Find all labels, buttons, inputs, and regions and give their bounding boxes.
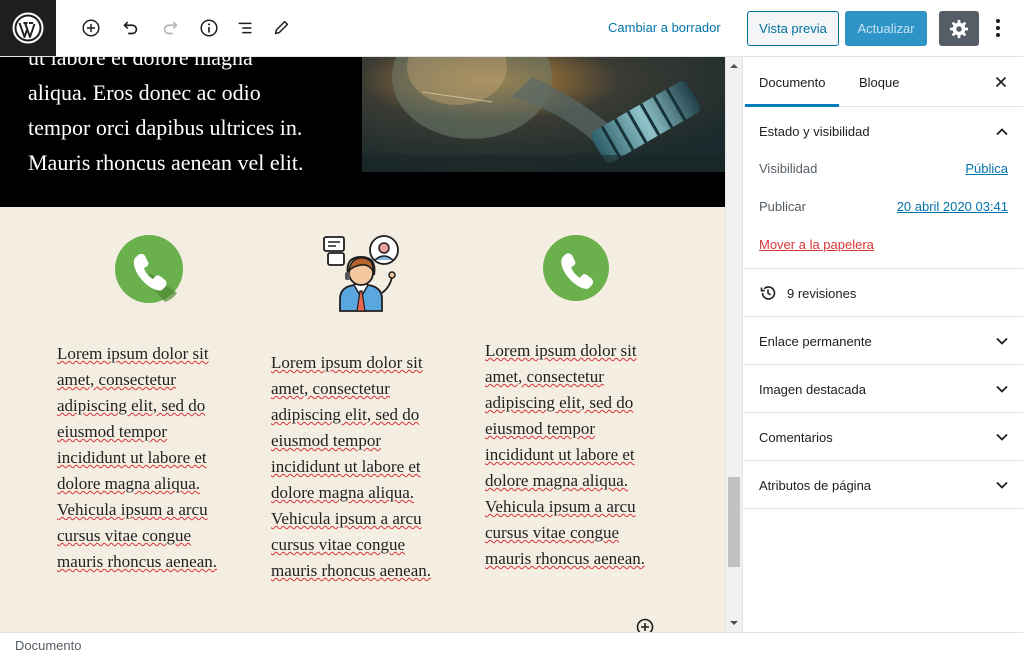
content-info-button[interactable] <box>195 14 223 42</box>
text-line: adipiscing elit, sed do <box>57 396 206 415</box>
visibility-label: Visibilidad <box>759 161 818 176</box>
panel-title[interactable]: Imagen destacada <box>759 382 866 397</box>
text-line: amet, consectetur <box>271 379 390 398</box>
text-line: cursus vitae congue <box>485 523 620 542</box>
undo-icon <box>123 21 138 35</box>
text-line: dolore magna aliqua. <box>57 474 201 493</box>
text-line: adipiscing elit, sed do <box>485 393 634 412</box>
text-line: incididunt ut labore et <box>57 448 207 467</box>
text-line: amet, consectetur <box>57 370 176 389</box>
text-line: Lorem ipsum dolor sit <box>485 341 637 360</box>
redo-button[interactable] <box>157 14 185 42</box>
hero-line: aliqua. Eros donec ac odio <box>28 80 261 105</box>
text-line: mauris rhoncus aenean. <box>57 552 218 571</box>
phone-icon[interactable] <box>115 235 183 303</box>
text-line: adipiscing elit, sed do <box>271 405 420 424</box>
close-icon[interactable] <box>992 73 1010 91</box>
column-paragraph[interactable]: Lorem ipsum dolor sit amet, consectetur … <box>485 338 665 572</box>
tools-button[interactable] <box>267 14 295 42</box>
plus-circle-icon <box>636 618 654 632</box>
chevron-down-icon[interactable] <box>994 333 1010 349</box>
hero-line: ut labore et dolore magna <box>28 57 253 70</box>
panel-title[interactable]: Enlace permanente <box>759 334 872 349</box>
preview-button[interactable]: Vista previa <box>747 11 839 46</box>
lightbulb-image[interactable] <box>362 57 725 172</box>
block-navigation-button[interactable] <box>231 14 259 42</box>
column-paragraph[interactable]: Lorem ipsum dolor sit amet, consectetur … <box>271 350 451 584</box>
text-line: Lorem ipsum dolor sit <box>271 353 423 372</box>
sidebar-tabs: Documento Bloque <box>743 57 1023 107</box>
text-line: dolore magna aliqua. <box>485 471 629 490</box>
text-line: incididunt ut labore et <box>271 457 421 476</box>
chevron-up-icon[interactable] <box>994 124 1010 140</box>
inline-add-block-button[interactable] <box>636 618 654 632</box>
text-line: incididunt ut labore et <box>485 445 635 464</box>
hero-block[interactable]: ut labore et dolore magna aliqua. Eros d… <box>0 57 725 207</box>
editor-canvas[interactable]: ut labore et dolore magna aliqua. Eros d… <box>0 57 725 632</box>
text-line: dolore magna aliqua. <box>271 483 415 502</box>
pencil-icon <box>274 20 289 35</box>
switch-to-draft-button[interactable]: Cambiar a borrador <box>608 20 721 35</box>
hero-paragraph[interactable]: ut labore et dolore magna aliqua. Eros d… <box>28 57 348 180</box>
scroll-up-icon[interactable] <box>730 62 738 70</box>
text-line: cursus vitae congue <box>271 535 406 554</box>
status-visibility-toggle[interactable]: Estado y visibilidad <box>759 124 870 139</box>
breadcrumb-document[interactable]: Documento <box>15 638 81 653</box>
gear-icon <box>949 19 969 38</box>
plus-circle-icon <box>82 19 100 37</box>
hero-line: tempor orci dapibus ultrices in. <box>28 115 303 140</box>
text-line: cursus vitae congue <box>57 526 192 545</box>
redo-icon <box>163 21 178 35</box>
publish-date-link[interactable]: 20 abril 2020 03:41 <box>897 199 1008 214</box>
wordpress-logo-button[interactable] <box>0 0 56 56</box>
text-line: Vehicula ipsum a arcu <box>485 497 636 516</box>
text-line: eiusmod tempor <box>485 419 596 438</box>
block-breadcrumb-bar: Documento <box>0 632 1023 657</box>
panel-title[interactable]: Comentarios <box>759 430 833 445</box>
panel-title[interactable]: Atributos de página <box>759 478 871 493</box>
chevron-down-icon[interactable] <box>994 477 1010 493</box>
comments-panel[interactable]: Comentarios <box>743 413 1023 461</box>
text-line: eiusmod tempor <box>57 422 168 441</box>
chevron-down-icon[interactable] <box>994 429 1010 445</box>
more-vertical-icon <box>996 19 1000 37</box>
page-attributes-panel[interactable]: Atributos de página <box>743 461 1023 509</box>
permalink-panel[interactable]: Enlace permanente <box>743 317 1023 365</box>
editor-header: Cambiar a borrador Vista previa Actualiz… <box>0 0 1023 57</box>
more-options-button[interactable] <box>988 14 1008 42</box>
phone-icon[interactable] <box>543 235 609 301</box>
text-line: Lorem ipsum dolor sit <box>57 344 209 363</box>
settings-sidebar: Documento Bloque Estado y visibilidad Vi… <box>742 57 1023 632</box>
undo-button[interactable] <box>116 14 144 42</box>
editor-scrollbar[interactable] <box>725 57 742 632</box>
revisions-panel[interactable]: 9 revisiones <box>743 269 1023 317</box>
info-icon <box>200 19 218 37</box>
visibility-link[interactable]: Pública <box>965 161 1008 176</box>
featured-image-panel[interactable]: Imagen destacada <box>743 365 1023 413</box>
text-line: mauris rhoncus aenean. <box>485 549 646 568</box>
text-line: amet, consectetur <box>485 367 604 386</box>
revisions-link[interactable]: 9 revisiones <box>787 286 856 301</box>
text-line: Vehicula ipsum a arcu <box>271 509 422 528</box>
text-line: eiusmod tempor <box>271 431 382 450</box>
scroll-thumb[interactable] <box>728 477 740 567</box>
hero-line: Mauris rhoncus aenean vel elit. <box>28 150 304 175</box>
list-view-icon <box>238 22 252 34</box>
settings-button[interactable] <box>939 11 979 46</box>
publish-label: Publicar <box>759 199 806 214</box>
column-paragraph[interactable]: Lorem ipsum dolor sit amet, consectetur … <box>57 341 237 575</box>
wordpress-icon <box>12 12 44 44</box>
chevron-down-icon[interactable] <box>994 381 1010 397</box>
text-line: mauris rhoncus aenean. <box>271 561 432 580</box>
update-button[interactable]: Actualizar <box>845 11 927 46</box>
scroll-down-icon[interactable] <box>730 619 738 627</box>
tab-document[interactable]: Documento <box>745 57 840 107</box>
status-visibility-panel: Estado y visibilidad Visibilidad Pública… <box>743 107 1023 269</box>
move-to-trash-link[interactable]: Mover a la papelera <box>759 237 874 252</box>
text-line: Vehicula ipsum a arcu <box>57 500 208 519</box>
tab-block[interactable]: Bloque <box>845 57 913 107</box>
add-block-button[interactable] <box>77 14 105 42</box>
support-agent-icon[interactable] <box>322 233 402 313</box>
history-icon <box>760 286 776 300</box>
